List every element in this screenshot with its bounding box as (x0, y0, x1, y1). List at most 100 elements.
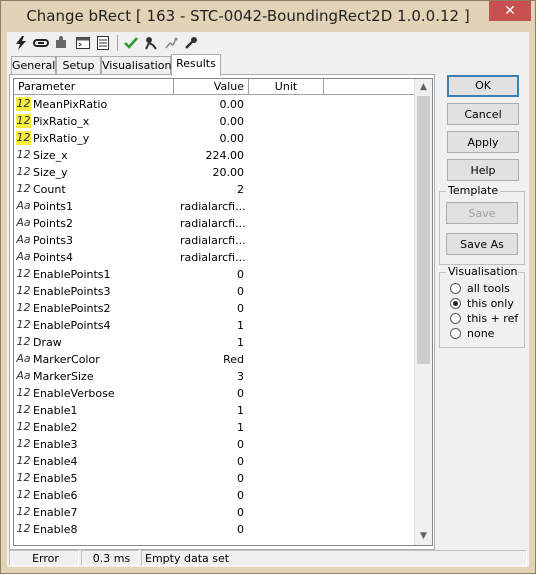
parameter-value: 0 (237, 455, 244, 468)
parameter-value: 0 (237, 285, 244, 298)
numeric-type-icon: 12 (16, 97, 31, 111)
radio-this-only[interactable]: this only (450, 296, 514, 310)
table-row[interactable]: Aa MarkerSize 3 (14, 368, 414, 385)
dialog-client: General Setup Visualisation Results Para… (7, 32, 529, 567)
template-save-button[interactable]: Save (446, 202, 518, 224)
table-row[interactable]: 12 EnablePoints3 0 (14, 283, 414, 300)
parameter-name: Draw (33, 336, 62, 349)
parameter-value: Red (223, 353, 244, 366)
table-row[interactable]: 12 Size_x 224.00 (14, 147, 414, 164)
numeric-type-icon: 12 (16, 165, 31, 178)
table-row[interactable]: 12 Count 2 (14, 181, 414, 198)
header-unit[interactable]: Unit (249, 79, 324, 95)
table-row[interactable]: 12 Enable6 0 (14, 487, 414, 504)
run-icon[interactable] (143, 35, 159, 51)
radio-this-plus-ref[interactable]: this + ref (450, 311, 518, 325)
numeric-type-icon: 12 (16, 403, 31, 416)
table-row[interactable]: 12 Enable5 0 (14, 470, 414, 487)
window-title: Change bRect [ 163 - STC-0042-BoundingRe… (26, 7, 470, 25)
template-save-as-button[interactable]: Save As (446, 233, 518, 255)
radio-label: this + ref (467, 311, 519, 325)
table-row[interactable]: 12 MeanPixRatio 0.00 (14, 96, 414, 113)
table-row[interactable]: 12 EnableVerbose 0 (14, 385, 414, 402)
table-row[interactable]: 12 Draw 1 (14, 334, 414, 351)
check-icon[interactable] (123, 35, 139, 51)
table-row[interactable]: 12 Enable7 0 (14, 504, 414, 521)
apply-button[interactable]: Apply (447, 131, 519, 153)
text-type-icon: Aa (16, 250, 31, 263)
puzzle-icon[interactable] (53, 35, 69, 51)
parameter-name: Points3 (33, 234, 74, 247)
grid-rows: 12 MeanPixRatio 0.00 12 PixRatio_x 0.00 12 PixR… (14, 96, 414, 538)
radio-none[interactable]: none (450, 326, 494, 340)
table-row[interactable]: 12 Enable3 0 (14, 436, 414, 453)
list-icon[interactable] (95, 35, 111, 51)
parameter-name: Points1 (33, 200, 74, 213)
tab-general[interactable]: General (11, 56, 56, 75)
link-icon[interactable] (33, 35, 49, 51)
numeric-type-icon: 12 (16, 335, 31, 348)
graph-icon[interactable] (163, 35, 179, 51)
ok-button[interactable]: OK (447, 75, 519, 97)
title-bar[interactable]: Change bRect [ 163 - STC-0042-BoundingRe… (1, 1, 535, 32)
template-group-title: Template (446, 184, 501, 197)
numeric-type-icon: 12 (16, 114, 31, 128)
numeric-type-icon: 12 (16, 301, 31, 314)
numeric-type-icon: 12 (16, 284, 31, 297)
table-row[interactable]: 12 Enable2 1 (14, 419, 414, 436)
header-parameter[interactable]: Parameter (14, 79, 174, 95)
table-row[interactable]: 12 PixRatio_x 0.00 (14, 113, 414, 130)
close-button[interactable]: ✕ (489, 1, 531, 21)
numeric-type-icon: 12 (16, 148, 31, 161)
template-group: Template Save Save As (439, 184, 525, 265)
tab-results[interactable]: Results (171, 54, 221, 76)
table-row[interactable]: Aa Points4 radialarcfi... (14, 249, 414, 266)
parameter-value: 0 (237, 523, 244, 536)
radio-all-tools[interactable]: all tools (450, 281, 510, 295)
scroll-thumb[interactable] (417, 96, 430, 364)
parameter-value: 0 (237, 387, 244, 400)
parameter-name: Enable7 (33, 506, 78, 519)
results-panel: Parameter Value Unit 12 MeanPixRatio 0.00 1… (9, 74, 435, 550)
visualisation-group: Visualisation all tools this only this +… (439, 265, 525, 348)
help-button[interactable]: Help (447, 159, 519, 181)
parameter-value: 0 (237, 506, 244, 519)
scroll-down-icon[interactable]: ▼ (415, 528, 432, 545)
table-row[interactable]: 12 Enable8 0 (14, 521, 414, 538)
numeric-type-icon: 12 (16, 471, 31, 484)
radio-label: this only (467, 296, 514, 310)
numeric-type-icon: 12 (16, 131, 31, 145)
table-row[interactable]: 12 EnablePoints1 0 (14, 266, 414, 283)
radio-dot (450, 312, 461, 324)
table-row[interactable]: 12 Enable1 1 (14, 402, 414, 419)
table-row[interactable]: Aa Points1 radialarcfi... (14, 198, 414, 215)
wrench-icon[interactable] (183, 35, 199, 51)
console-icon[interactable] (75, 35, 91, 51)
scroll-up-icon[interactable]: ▲ (415, 79, 432, 96)
table-row[interactable]: Aa Points2 radialarcfi... (14, 215, 414, 232)
numeric-type-icon: 12 (16, 488, 31, 501)
lightning-icon[interactable] (13, 35, 29, 51)
table-row[interactable]: 12 EnablePoints2 0 (14, 300, 414, 317)
table-row[interactable]: 12 Size_y 20.00 (14, 164, 414, 181)
parameter-value: 1 (237, 404, 244, 417)
dialog-window: Change bRect [ 163 - STC-0042-BoundingRe… (0, 0, 536, 574)
radio-dot-selected (450, 297, 461, 309)
table-row[interactable]: 12 EnablePoints4 1 (14, 317, 414, 334)
table-row[interactable]: 12 Enable4 0 (14, 453, 414, 470)
header-value[interactable]: Value (174, 79, 249, 95)
tab-setup[interactable]: Setup (56, 56, 101, 75)
table-row[interactable]: 12 PixRatio_y 0.00 (14, 130, 414, 147)
table-row[interactable]: Aa Points3 radialarcfi... (14, 232, 414, 249)
results-grid[interactable]: Parameter Value Unit 12 MeanPixRatio 0.00 1… (13, 78, 433, 546)
tab-visualisation[interactable]: Visualisation (101, 56, 171, 75)
status-state: Error (9, 550, 79, 566)
table-row[interactable]: Aa MarkerColor Red (14, 351, 414, 368)
parameter-name: EnableVerbose (33, 387, 115, 400)
cancel-button[interactable]: Cancel (447, 103, 519, 125)
parameter-name: EnablePoints2 (33, 302, 111, 315)
parameter-value: 0 (237, 472, 244, 485)
parameter-value: radialarcfi... (180, 200, 246, 213)
toolbar (7, 32, 529, 54)
vertical-scrollbar[interactable]: ▲ ▼ (414, 79, 432, 545)
